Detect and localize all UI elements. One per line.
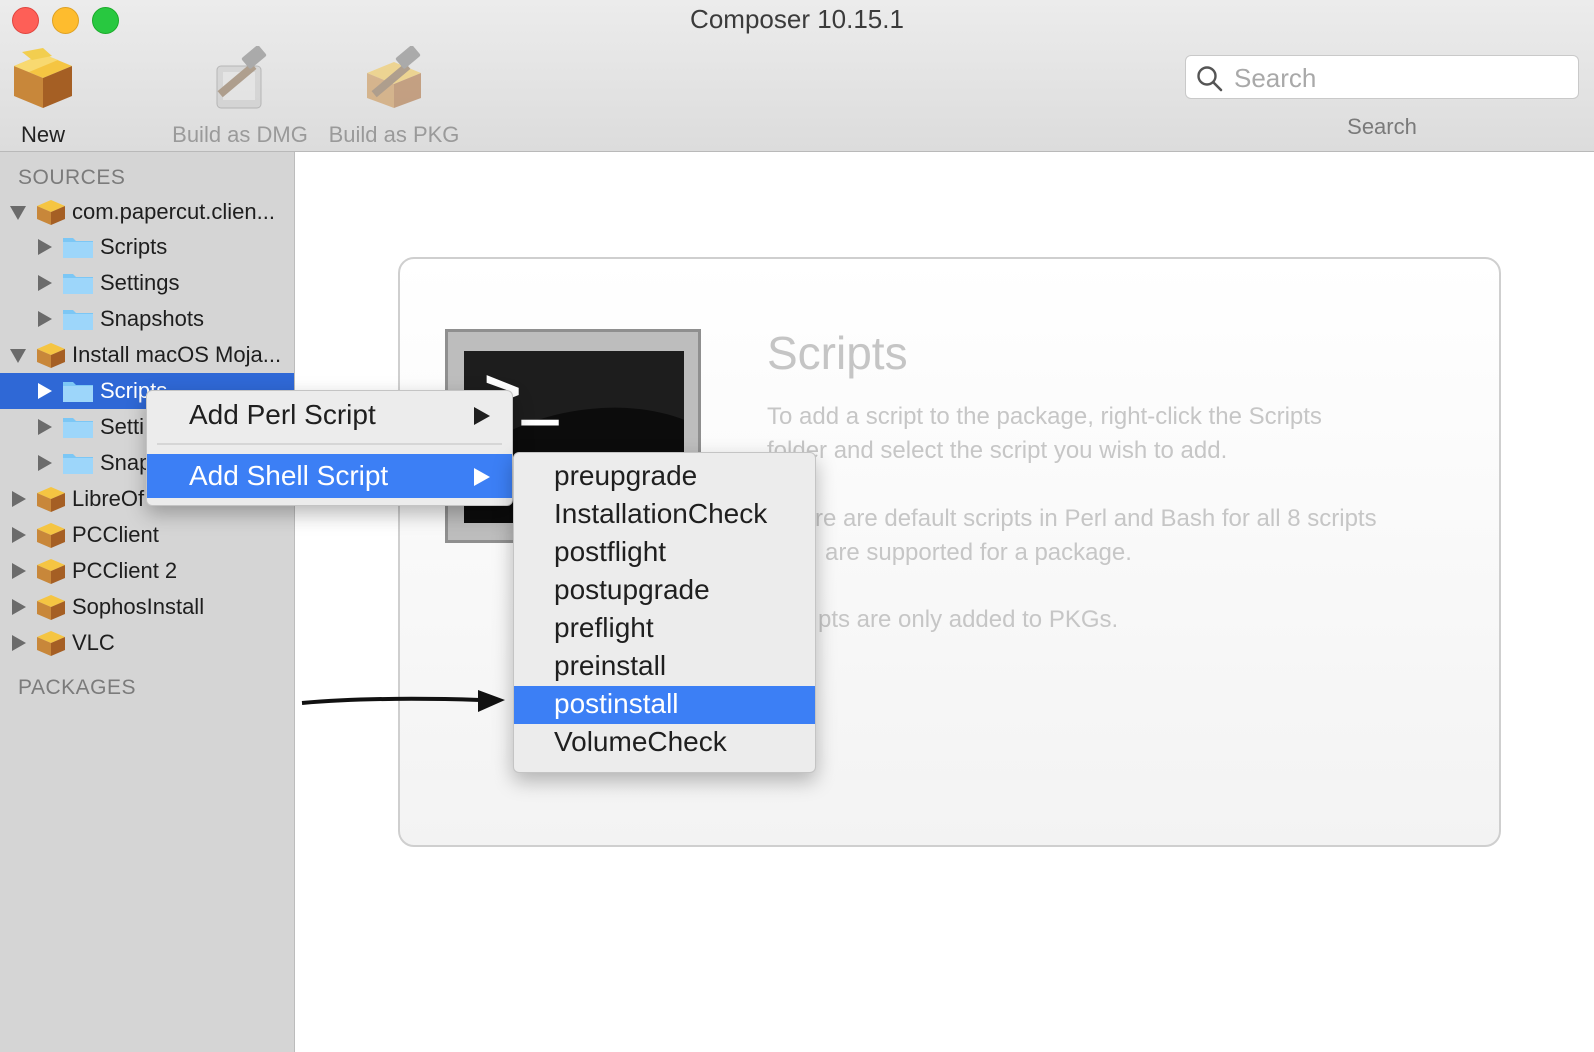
package-hammer-icon [359,45,429,112]
sidebar: SOURCES com.papercut.clien... Scripts Se… [0,152,295,1052]
folder-icon [63,382,93,402]
submenu-item-label: postflight [554,536,667,567]
package-icon [37,559,65,584]
package-icon [37,595,65,620]
package-icon [37,523,65,548]
package-icon [37,343,65,368]
submenu-arrow-icon [474,468,490,486]
disclosure-open-icon[interactable] [10,206,26,220]
package-icon [37,487,65,512]
sidebar-item-label: PCClient [72,522,159,547]
new-button[interactable]: New [6,46,80,148]
submenu-item-installationcheck[interactable]: InstallationCheck [514,496,815,534]
submenu-item-preinstall[interactable]: preinstall [514,648,815,686]
sidebar-item-vlc[interactable]: VLC [0,625,294,661]
sidebar-item-scripts[interactable]: Scripts [0,229,294,265]
sidebar-item-pcclient-2[interactable]: PCClient 2 [0,553,294,589]
sidebar-item-label: SophosInstall [72,594,205,619]
disclosure-closed-icon[interactable] [38,455,52,471]
sidebar-item-label: Snapshots [100,306,204,331]
sidebar-item-snapshots[interactable]: Snapshots [0,301,294,337]
panel-text-line: folder and select the script you wish to… [767,437,1228,464]
submenu-item-label: postinstall [554,688,679,719]
sidebar-item-label: Setti [100,414,145,439]
sidebar-item-settings[interactable]: Settings [0,265,294,301]
disclosure-closed-icon[interactable] [12,563,26,579]
submenu-item-label: preupgrade [554,460,698,491]
panel-text-line: To add a script to the package, right-cl… [767,403,1322,430]
new-label: New [20,122,65,147]
disclosure-open-icon[interactable] [10,349,26,363]
build-as-pkg-button[interactable]: Build as PKG [324,45,464,148]
disclosure-closed-icon[interactable] [12,527,26,543]
submenu-item-label: InstallationCheck [554,498,768,529]
submenu-item-label: VolumeCheck [554,726,727,757]
disclosure-closed-icon[interactable] [12,491,26,507]
sidebar-item-label: PCClient 2 [72,558,178,583]
search-field[interactable] [1185,55,1579,99]
disclosure-closed-icon[interactable] [38,275,52,291]
search-label: Search [1347,114,1417,139]
submenu-item-preupgrade[interactable]: preupgrade [514,458,815,496]
disclosure-closed-icon[interactable] [12,635,26,651]
disclosure-closed-icon[interactable] [12,599,26,615]
submenu-item-postinstall[interactable]: postinstall [514,686,815,724]
folder-icon [63,238,93,258]
panel-title: Scripts [767,327,908,379]
build-as-dmg-button[interactable]: Build as DMG [170,45,310,148]
folder-icon [63,310,93,330]
window-title: Composer 10.15.1 [690,4,904,34]
submenu-arrow-icon [474,407,490,425]
build-as-pkg-label: Build as PKG [328,122,460,147]
package-icon [37,631,65,656]
sidebar-item-label: com.papercut.clien... [72,199,275,224]
sidebar-item-pcclient[interactable]: PCClient [0,517,294,553]
menu-item-add-perl-script[interactable]: Add Perl Script [147,393,512,437]
disclosure-closed-icon[interactable] [38,311,52,327]
context-menu: Add Perl Script Add Shell Script [146,390,513,506]
arrow-annotation-icon [301,690,505,712]
build-as-dmg-label: Build as DMG [172,122,308,147]
submenu-item-postupgrade[interactable]: postupgrade [514,572,815,610]
sidebar-item-label: Snap [100,450,152,475]
sidebar-item-install-macos[interactable]: Install macOS Moja... [0,337,294,373]
panel-text-line: pts are only added to PKGs. [818,606,1119,633]
menu-item-label: Add Shell Script [189,460,389,491]
packages-heading: PACKAGES [18,676,136,699]
menu-separator [157,443,502,445]
package-icon [37,200,65,225]
menu-item-label: Add Perl Script [189,399,376,430]
submenu-item-label: preflight [554,612,654,643]
submenu-item-postflight[interactable]: postflight [514,534,815,572]
submenu-item-preflight[interactable]: preflight [514,610,815,648]
package-icon [8,46,78,112]
folder-icon [63,418,93,438]
folder-icon [63,454,93,474]
disclosure-closed-icon[interactable] [38,239,52,255]
submenu-item-label: preinstall [554,650,667,681]
toolbar: Composer 10.15.1 New Build as DMG Build … [0,0,1594,152]
sidebar-item-label: Install macOS Moja... [72,342,282,367]
sidebar-item-label: Scripts [100,234,168,259]
disk-image-hammer-icon [205,45,275,112]
sidebar-item-label: VLC [72,630,115,655]
panel-text-line: are supported for a package. [825,539,1132,566]
folder-icon [63,274,93,294]
disclosure-closed-icon[interactable] [38,383,52,399]
search-input[interactable] [1232,60,1566,96]
disclosure-closed-icon[interactable] [38,419,52,435]
submenu-item-volumecheck[interactable]: VolumeCheck [514,724,815,762]
sidebar-item-label: Settings [100,270,180,295]
menu-item-add-shell-script[interactable]: Add Shell Script [147,454,512,498]
submenu-item-label: postupgrade [554,574,710,605]
shell-script-submenu: preupgrade InstallationCheck postflight … [513,452,816,773]
sidebar-item-sophosinstall[interactable]: SophosInstall [0,589,294,625]
search-icon [1197,66,1223,92]
sources-heading: SOURCES [18,166,126,189]
sidebar-item-papercut[interactable]: com.papercut.clien... [0,194,294,230]
panel-text-line: re are default scripts in Perl and Bash … [815,505,1377,532]
sidebar-item-label: LibreOf [72,486,145,511]
